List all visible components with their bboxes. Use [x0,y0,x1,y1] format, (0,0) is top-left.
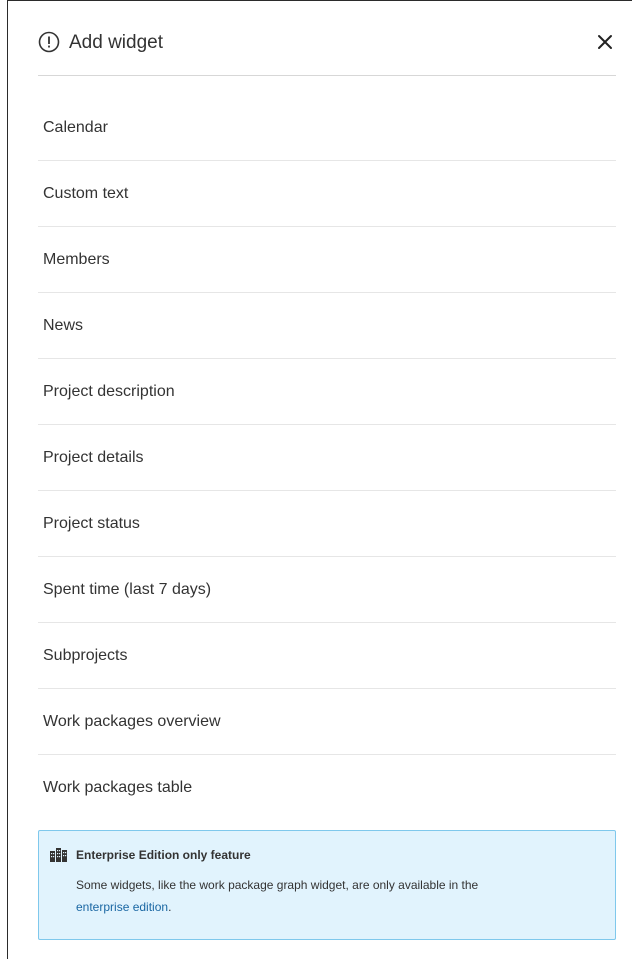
widget-list: Calendar Custom text Members News Projec… [38,95,616,821]
enterprise-edition-link[interactable]: enterprise edition [76,900,168,914]
enterprise-notice-text: Some widgets, like the work package grap… [76,874,606,918]
widget-item-project-status[interactable]: Project status [38,491,616,557]
enterprise-notice: Enterprise Edition only feature Some wid… [38,830,616,940]
enterprise-building-icon [50,848,67,862]
close-icon[interactable] [594,31,616,53]
widget-item-project-details[interactable]: Project details [38,425,616,491]
add-widget-dialog: Add widget Calendar Custom text Members … [7,0,632,959]
enterprise-notice-title: Enterprise Edition only feature [76,848,251,862]
dialog-header: Add widget [38,19,616,76]
enterprise-notice-body: Some widgets, like the work package grap… [76,878,479,892]
widget-item-news[interactable]: News [38,293,616,359]
widget-item-spent-time[interactable]: Spent time (last 7 days) [38,557,616,623]
enterprise-notice-period: . [168,900,172,914]
widget-item-members[interactable]: Members [38,227,616,293]
widget-item-work-packages-table[interactable]: Work packages table [38,755,616,821]
widget-item-work-packages-overview[interactable]: Work packages overview [38,689,616,755]
widget-item-project-description[interactable]: Project description [38,359,616,425]
dialog-title: Add widget [69,32,164,53]
widget-item-subprojects[interactable]: Subprojects [38,623,616,689]
info-icon [38,31,60,53]
enterprise-notice-header: Enterprise Edition only feature [50,848,251,862]
widget-item-custom-text[interactable]: Custom text [38,161,616,227]
widget-item-calendar[interactable]: Calendar [38,95,616,161]
